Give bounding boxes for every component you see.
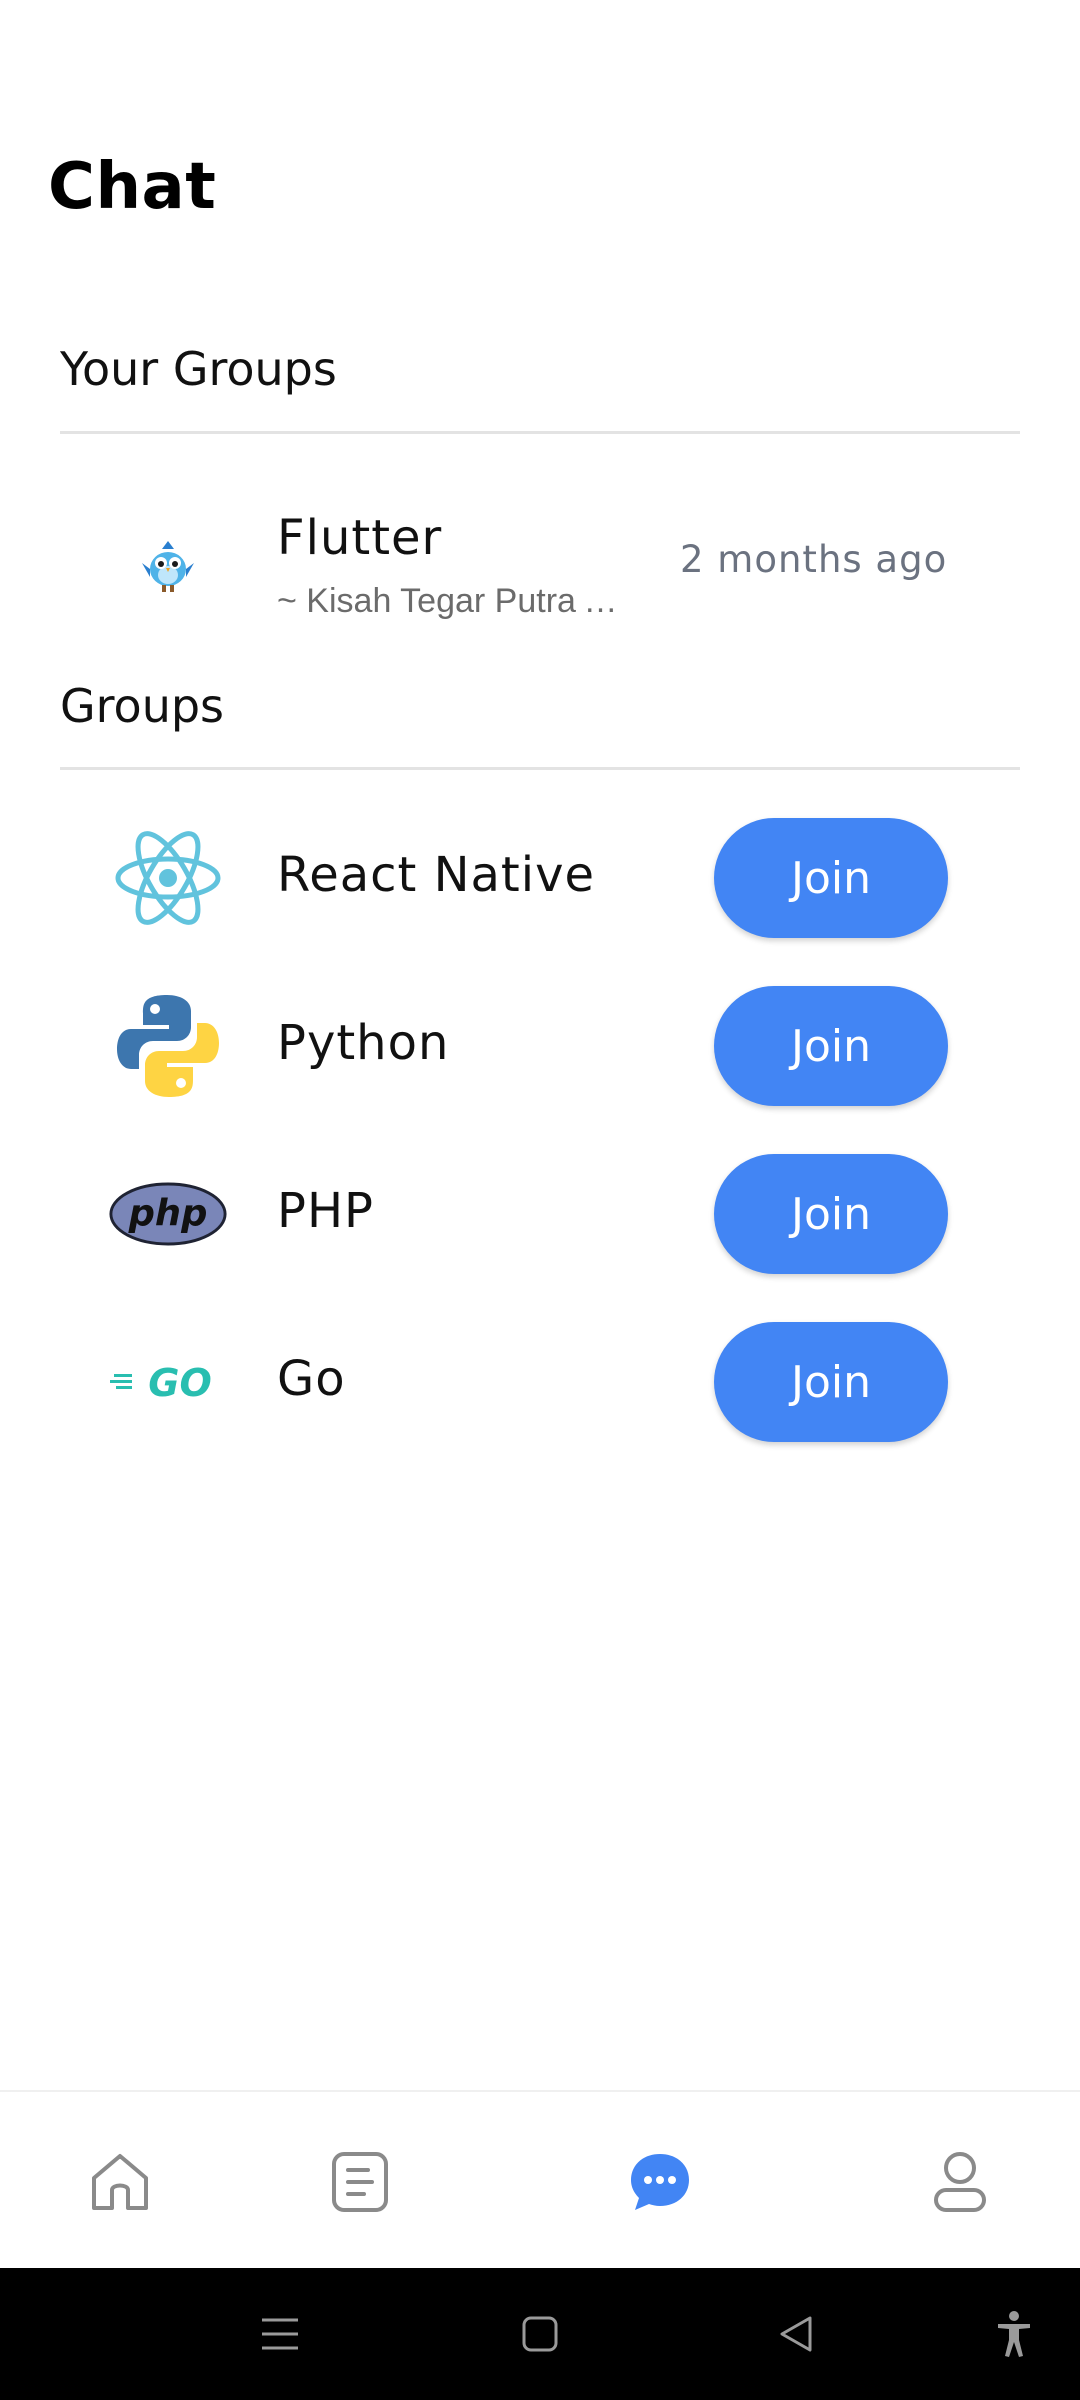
home-icon[interactable] [70, 2132, 170, 2232]
svg-text:GO: GO [148, 1361, 212, 1405]
react-logo-icon [108, 818, 228, 938]
group-name: React Native [277, 847, 596, 903]
svg-text:php: php [128, 1192, 208, 1235]
list-item-react-native: React Native Join [0, 803, 1080, 953]
profile-icon[interactable] [910, 2132, 1010, 2232]
python-logo-icon [108, 986, 228, 1106]
list-item-go: GO Go Join [0, 1307, 1080, 1457]
join-button-php[interactable]: Join [714, 1154, 948, 1274]
divider [60, 431, 1020, 434]
bottom-navigation [0, 2090, 1080, 2270]
last-message-preview: ~ Kisah Tegar Putra Abdi: Hello everyone [277, 582, 622, 620]
divider [60, 767, 1020, 770]
group-name: Python [277, 1015, 450, 1071]
document-icon[interactable] [310, 2132, 410, 2232]
group-name: Flutter [277, 510, 443, 566]
timestamp: 2 months ago [680, 538, 948, 581]
list-item-python: Python Join [0, 971, 1080, 1121]
page-title: Chat [48, 150, 217, 224]
list-item-flutter[interactable]: Flutter ~ Kisah Tegar Putra Abdi: Hello … [0, 490, 1080, 640]
system-navigation-bar [0, 2268, 1080, 2400]
your-groups-heading: Your Groups [60, 342, 337, 396]
accessibility-icon[interactable] [982, 2302, 1046, 2366]
group-name: Go [277, 1351, 346, 1407]
join-button-python[interactable]: Join [714, 986, 948, 1106]
flutter-bird-icon [108, 505, 228, 625]
php-logo-icon: php [108, 1154, 228, 1274]
group-name: PHP [277, 1183, 374, 1239]
menu-icon[interactable] [248, 2302, 312, 2366]
back-icon[interactable] [764, 2302, 828, 2366]
list-item-php: php PHP Join [0, 1139, 1080, 1289]
join-button-react-native[interactable]: Join [714, 818, 948, 938]
groups-heading: Groups [60, 679, 225, 733]
join-button-go[interactable]: Join [714, 1322, 948, 1442]
chat-icon[interactable] [610, 2132, 710, 2232]
home-square-icon[interactable] [508, 2302, 572, 2366]
go-logo-icon: GO [108, 1322, 228, 1442]
